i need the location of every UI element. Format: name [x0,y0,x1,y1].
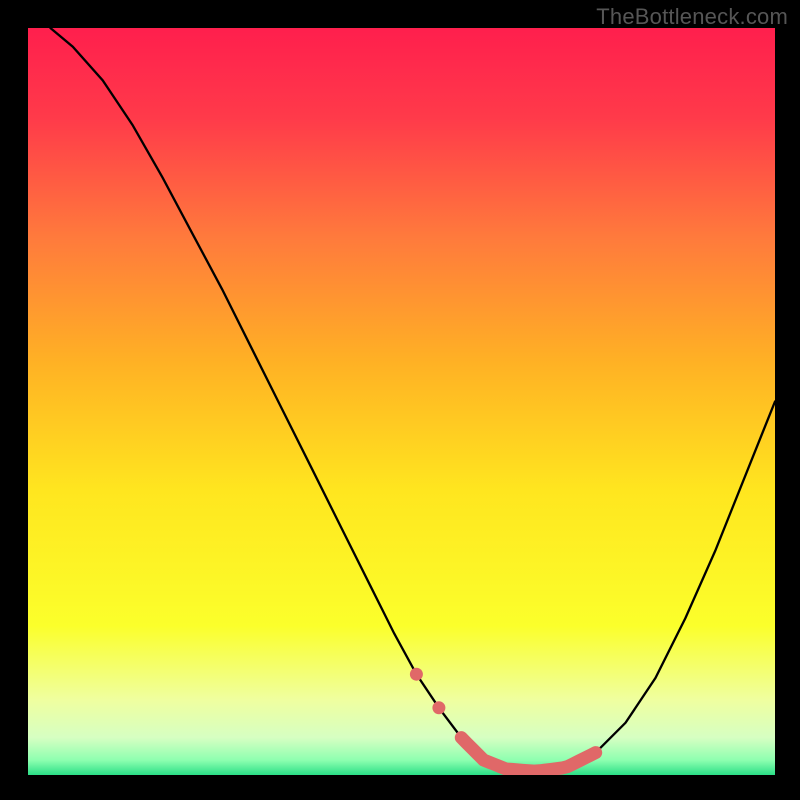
watermark-text: TheBottleneck.com [596,4,788,30]
sweet-spot-highlight [28,28,775,775]
chart-plot-area [28,28,775,775]
